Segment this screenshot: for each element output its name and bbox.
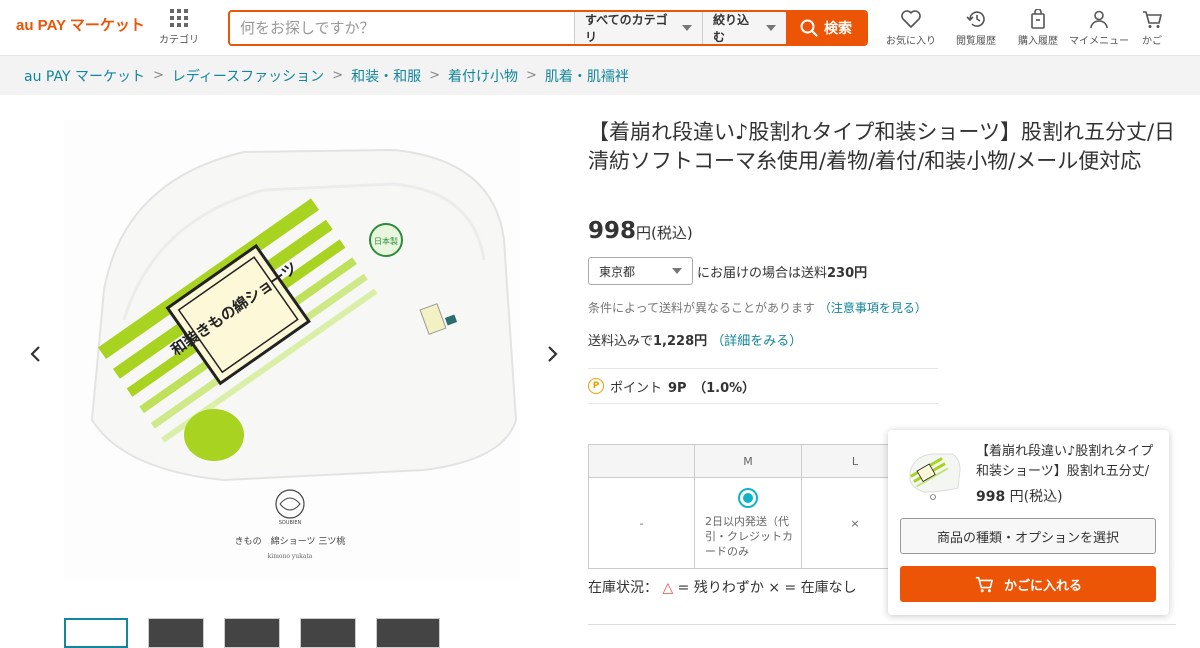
select-option-button[interactable]: 商品の種類・オプションを選択 — [900, 518, 1156, 554]
points-value: 9P （1.0%） — [668, 380, 756, 396]
floating-cart-card: 【着崩れ段違い♪股割れタイプ和装ショーツ】股割れ五分丈/日清紡ソフトコーマ糸使用… — [888, 430, 1169, 615]
breadcrumb-item[interactable]: 着付け小物 — [448, 66, 518, 86]
variant-header: M — [694, 444, 802, 478]
stock-few-symbol: △ — [662, 580, 674, 596]
shipping-note: 条件によって送料が異なることがあります （注意事項を見る） — [588, 299, 927, 316]
thumbnail[interactable] — [376, 618, 440, 648]
header-nav: お気に入り 閲覧履歴 購入履歴 マイメニュー かご — [884, 9, 1174, 47]
my-menu-label: マイメニュー — [1069, 36, 1129, 47]
breadcrumb-separator: > — [332, 68, 344, 83]
shipping-note-text: 条件によって送料が異なることがあります — [588, 301, 816, 315]
add-to-cart-button[interactable]: かごに入れる — [900, 566, 1156, 602]
chevron-down-icon — [682, 25, 692, 31]
chevron-left-icon[interactable] — [28, 344, 44, 364]
breadcrumb-item[interactable]: au PAY マーケット — [24, 66, 145, 86]
variant-m-status: 2日以内発送（代引・クレジットカードのみ — [705, 514, 793, 558]
add-to-cart-label: かごに入れる — [1003, 578, 1082, 594]
floating-price-suffix: 円(税込) — [1005, 489, 1063, 505]
product-title: 【着崩れ段違い♪股割れタイプ和装ショーツ】股割れ五分丈/日清紡ソフトコーマ糸使用… — [588, 120, 1176, 173]
points-row: P ポイント 9P （1.0%） — [588, 368, 938, 404]
cart-label: かご — [1142, 36, 1162, 47]
thumbnail-strip — [64, 618, 440, 648]
favorites-link[interactable]: お気に入り — [884, 9, 938, 47]
shipping-fee: 230円 — [827, 265, 868, 281]
category-select-label: すべてのカテゴリ — [585, 13, 668, 44]
browse-history-link[interactable]: 閲覧履歴 — [944, 9, 1008, 47]
stock-legend-text: = 残りわずか × = 在庫なし — [673, 580, 857, 596]
category-menu-button[interactable]: カテゴリ — [154, 9, 204, 46]
thumbnail[interactable] — [224, 618, 280, 648]
search-button[interactable]: 検索 — [786, 12, 866, 44]
narrow-select-label: 絞り込む — [713, 13, 750, 44]
product-price: 998円(税込) — [588, 218, 693, 244]
image-caption-sub: kimono yukata — [268, 553, 313, 560]
floating-price-value: 998 — [976, 489, 1006, 505]
divider — [588, 624, 1176, 625]
grid-icon — [170, 9, 188, 27]
bag-icon — [1031, 9, 1045, 29]
chevron-down-icon — [766, 25, 776, 31]
prefecture-value: 東京都 — [599, 264, 636, 279]
breadcrumb-item[interactable]: 和装・和服 — [351, 66, 421, 86]
thumbnail[interactable] — [148, 618, 204, 648]
heart-icon — [901, 10, 921, 28]
variant-table: M L - 2日以内発送（代引・クレジットカードのみ × — [588, 444, 909, 569]
breadcrumb: au PAY マーケット > レディースファッション > 和装・和服 > 着付け… — [0, 56, 1200, 95]
favorites-label: お気に入り — [886, 36, 936, 47]
search-icon — [800, 19, 818, 37]
breadcrumb-separator: > — [429, 68, 440, 83]
points-icon: P — [588, 378, 604, 394]
radio-selected[interactable] — [738, 487, 758, 508]
prefecture-select[interactable]: 東京都 — [588, 257, 693, 285]
purchase-history-link[interactable]: 購入履歴 — [1008, 9, 1068, 47]
purchase-history-label: 購入履歴 — [1018, 36, 1058, 47]
breadcrumb-item[interactable]: レディースファッション — [172, 66, 324, 86]
total-detail-link[interactable]: （詳細をみる） — [711, 334, 802, 349]
floating-price: 998 円(税込) — [976, 486, 1063, 506]
shipping-note-link[interactable]: （注意事項を見る） — [819, 301, 927, 315]
shipping-row: 東京都 にお届けの場合は送料 230円 — [588, 257, 867, 285]
thumbnail[interactable] — [300, 618, 356, 648]
cart-icon — [975, 576, 993, 593]
breadcrumb-item[interactable]: 肌着・肌襦袢 — [545, 66, 629, 86]
shipping-text: にお届けの場合は送料 — [697, 265, 828, 281]
search-bar: すべてのカテゴリ 絞り込む 検索 — [228, 10, 868, 46]
history-icon — [966, 11, 985, 27]
user-icon — [1090, 10, 1108, 29]
total-value: 1,228円 — [653, 334, 708, 349]
brand-logo-text: SOUBIEN — [279, 520, 302, 526]
browse-history-label: 閲覧履歴 — [956, 36, 996, 47]
total-prefix: 送料込みで — [588, 334, 654, 349]
site-logo[interactable]: au PAY マーケット — [16, 14, 145, 35]
my-menu-link[interactable]: マイメニュー — [1068, 9, 1130, 47]
category-select[interactable]: すべてのカテゴリ — [574, 12, 702, 44]
search-input[interactable] — [230, 12, 574, 44]
site-header: au PAY マーケット カテゴリ すべてのカテゴリ 絞り込む 検索 — [0, 0, 1200, 56]
breadcrumb-separator: > — [152, 68, 164, 83]
made-in-japan-badge: 日本製 — [374, 236, 398, 246]
points-label: ポイント — [610, 380, 663, 396]
stock-legend: 在庫状況： △ = 残りわずか × = 在庫なし — [588, 577, 857, 597]
thumbnail[interactable] — [64, 618, 128, 648]
breadcrumb-separator: > — [526, 68, 537, 83]
total-with-shipping: 送料込みで1,228円 （詳細をみる） — [588, 330, 802, 349]
category-menu-label: カテゴリ — [159, 35, 199, 46]
product-main-image: 和装きもの綿ショーツ 日本製 SOUBIEN きもの 綿ショーツ 三ツ桃 kim… — [64, 120, 520, 580]
floating-product-thumbnail — [902, 444, 964, 506]
variant-option-m[interactable]: 2日以内発送（代引・クレジットカードのみ — [694, 477, 802, 569]
cart-link[interactable]: かご — [1130, 9, 1174, 47]
floating-product-title: 【着崩れ段違い♪股割れタイプ和装ショーツ】股割れ五分丈/日清紡ソフトコーマ糸使用 — [976, 444, 1154, 479]
image-caption: きもの 綿ショーツ 三ツ桃 — [235, 535, 346, 547]
variant-row-label: - — [588, 477, 695, 569]
price-suffix: 円(税込) — [636, 224, 693, 242]
search-button-label: 検索 — [824, 21, 852, 37]
stock-label: 在庫状況： — [588, 580, 658, 596]
chevron-down-icon — [672, 268, 682, 274]
price-value: 998 — [588, 218, 637, 244]
variant-header — [588, 444, 695, 478]
cart-icon — [1143, 11, 1162, 28]
narrow-select[interactable]: 絞り込む — [702, 12, 786, 44]
chevron-right-icon[interactable] — [544, 344, 560, 364]
